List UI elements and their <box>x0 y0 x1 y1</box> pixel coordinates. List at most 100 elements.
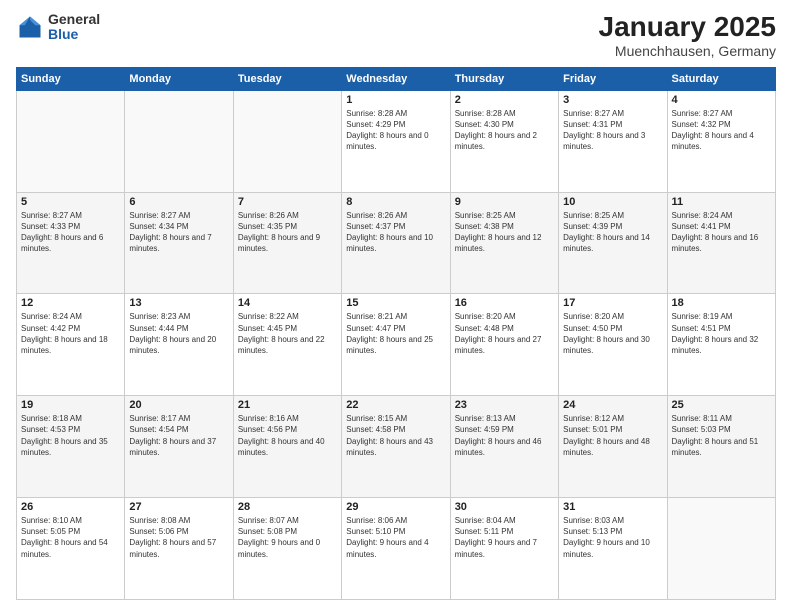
logo-general: General <box>48 12 100 27</box>
day-number: 19 <box>21 399 120 411</box>
day-info: Sunrise: 8:07 AM Sunset: 5:08 PM Dayligh… <box>238 515 337 560</box>
day-info: Sunrise: 8:23 AM Sunset: 4:44 PM Dayligh… <box>129 311 228 356</box>
title-block: January 2025 Muenchhausen, Germany <box>599 12 776 59</box>
day-number: 30 <box>455 501 554 513</box>
week-row-2: 5 Sunrise: 8:27 AM Sunset: 4:33 PM Daylig… <box>17 192 776 294</box>
week-row-1: 1Sunrise: 8:28 AM Sunset: 4:29 PM Daylig… <box>17 90 776 192</box>
day-cell: 11Sunrise: 8:24 AM Sunset: 4:41 PM Dayli… <box>667 192 775 294</box>
day-cell: 22 Sunrise: 8:15 AM Sunset: 4:58 PM Dayli… <box>342 396 450 498</box>
day-number: 24 <box>563 399 662 411</box>
day-cell: 23Sunrise: 8:13 AM Sunset: 4:59 PM Dayli… <box>450 396 558 498</box>
day-info: Sunrise: 8:19 AM Sunset: 4:51 PM Dayligh… <box>672 311 771 356</box>
day-cell <box>667 498 775 600</box>
day-cell: 20 Sunrise: 8:17 AM Sunset: 4:54 PM Dayli… <box>125 396 233 498</box>
week-row-5: 26 Sunrise: 8:10 AM Sunset: 5:05 PM Dayli… <box>17 498 776 600</box>
day-number: 5 <box>21 196 120 208</box>
day-cell: 15Sunrise: 8:21 AM Sunset: 4:47 PM Dayli… <box>342 294 450 396</box>
day-cell: 18 Sunrise: 8:19 AM Sunset: 4:51 PM Dayli… <box>667 294 775 396</box>
day-number: 4 <box>672 94 771 106</box>
col-monday: Monday <box>125 67 233 90</box>
day-number: 16 <box>455 297 554 309</box>
day-info: Sunrise: 8:04 AM Sunset: 5:11 PM Dayligh… <box>455 515 554 560</box>
day-cell: 12 Sunrise: 8:24 AM Sunset: 4:42 PM Dayli… <box>17 294 125 396</box>
col-sunday: Sunday <box>17 67 125 90</box>
day-info: Sunrise: 8:20 AM Sunset: 4:50 PM Dayligh… <box>563 311 662 356</box>
logo: General Blue <box>16 12 100 43</box>
day-number: 29 <box>346 501 445 513</box>
day-cell: 14Sunrise: 8:22 AM Sunset: 4:45 PM Dayli… <box>233 294 341 396</box>
day-cell: 27 Sunrise: 8:08 AM Sunset: 5:06 PM Dayli… <box>125 498 233 600</box>
day-info: Sunrise: 8:28 AM Sunset: 4:29 PM Dayligh… <box>346 108 445 153</box>
day-cell: 5 Sunrise: 8:27 AM Sunset: 4:33 PM Daylig… <box>17 192 125 294</box>
day-number: 13 <box>129 297 228 309</box>
logo-text: General Blue <box>48 12 100 43</box>
day-number: 18 <box>672 297 771 309</box>
day-info: Sunrise: 8:26 AM Sunset: 4:37 PM Dayligh… <box>346 210 445 255</box>
header: General Blue January 2025 Muenchhausen, … <box>16 12 776 59</box>
day-cell: 30 Sunrise: 8:04 AM Sunset: 5:11 PM Dayli… <box>450 498 558 600</box>
col-wednesday: Wednesday <box>342 67 450 90</box>
day-cell: 2Sunrise: 8:28 AM Sunset: 4:30 PM Daylig… <box>450 90 558 192</box>
day-cell <box>125 90 233 192</box>
day-cell: 24Sunrise: 8:12 AM Sunset: 5:01 PM Dayli… <box>559 396 667 498</box>
day-number: 12 <box>21 297 120 309</box>
day-number: 8 <box>346 196 445 208</box>
day-cell <box>233 90 341 192</box>
day-info: Sunrise: 8:27 AM Sunset: 4:32 PM Dayligh… <box>672 108 771 153</box>
calendar-table: Sunday Monday Tuesday Wednesday Thursday… <box>16 67 776 600</box>
col-tuesday: Tuesday <box>233 67 341 90</box>
day-info: Sunrise: 8:22 AM Sunset: 4:45 PM Dayligh… <box>238 311 337 356</box>
day-number: 2 <box>455 94 554 106</box>
day-number: 25 <box>672 399 771 411</box>
day-number: 28 <box>238 501 337 513</box>
calendar-title: January 2025 <box>599 12 776 43</box>
day-number: 22 <box>346 399 445 411</box>
day-info: Sunrise: 8:10 AM Sunset: 5:05 PM Dayligh… <box>21 515 120 560</box>
day-number: 21 <box>238 399 337 411</box>
logo-icon <box>16 13 44 41</box>
day-info: Sunrise: 8:24 AM Sunset: 4:42 PM Dayligh… <box>21 311 120 356</box>
day-cell: 1Sunrise: 8:28 AM Sunset: 4:29 PM Daylig… <box>342 90 450 192</box>
day-info: Sunrise: 8:27 AM Sunset: 4:31 PM Dayligh… <box>563 108 662 153</box>
day-info: Sunrise: 8:18 AM Sunset: 4:53 PM Dayligh… <box>21 413 120 458</box>
week-row-3: 12 Sunrise: 8:24 AM Sunset: 4:42 PM Dayli… <box>17 294 776 396</box>
day-number: 11 <box>672 196 771 208</box>
day-info: Sunrise: 8:08 AM Sunset: 5:06 PM Dayligh… <box>129 515 228 560</box>
day-cell: 31 Sunrise: 8:03 AM Sunset: 5:13 PM Dayli… <box>559 498 667 600</box>
day-number: 20 <box>129 399 228 411</box>
day-cell: 7Sunrise: 8:26 AM Sunset: 4:35 PM Daylig… <box>233 192 341 294</box>
day-info: Sunrise: 8:11 AM Sunset: 5:03 PM Dayligh… <box>672 413 771 458</box>
day-info: Sunrise: 8:27 AM Sunset: 4:34 PM Dayligh… <box>129 210 228 255</box>
col-saturday: Saturday <box>667 67 775 90</box>
day-cell: 8 Sunrise: 8:26 AM Sunset: 4:37 PM Daylig… <box>342 192 450 294</box>
day-cell: 28 Sunrise: 8:07 AM Sunset: 5:08 PM Dayli… <box>233 498 341 600</box>
day-info: Sunrise: 8:20 AM Sunset: 4:48 PM Dayligh… <box>455 311 554 356</box>
day-cell: 4 Sunrise: 8:27 AM Sunset: 4:32 PM Daylig… <box>667 90 775 192</box>
day-info: Sunrise: 8:03 AM Sunset: 5:13 PM Dayligh… <box>563 515 662 560</box>
day-info: Sunrise: 8:06 AM Sunset: 5:10 PM Dayligh… <box>346 515 445 560</box>
day-cell: 13 Sunrise: 8:23 AM Sunset: 4:44 PM Dayli… <box>125 294 233 396</box>
day-cell: 26 Sunrise: 8:10 AM Sunset: 5:05 PM Dayli… <box>17 498 125 600</box>
day-info: Sunrise: 8:13 AM Sunset: 4:59 PM Dayligh… <box>455 413 554 458</box>
day-cell: 21Sunrise: 8:16 AM Sunset: 4:56 PM Dayli… <box>233 396 341 498</box>
day-cell <box>17 90 125 192</box>
day-info: Sunrise: 8:25 AM Sunset: 4:38 PM Dayligh… <box>455 210 554 255</box>
day-info: Sunrise: 8:15 AM Sunset: 4:58 PM Dayligh… <box>346 413 445 458</box>
day-number: 27 <box>129 501 228 513</box>
header-row: Sunday Monday Tuesday Wednesday Thursday… <box>17 67 776 90</box>
col-friday: Friday <box>559 67 667 90</box>
day-info: Sunrise: 8:21 AM Sunset: 4:47 PM Dayligh… <box>346 311 445 356</box>
day-number: 31 <box>563 501 662 513</box>
day-cell: 25 Sunrise: 8:11 AM Sunset: 5:03 PM Dayli… <box>667 396 775 498</box>
day-info: Sunrise: 8:17 AM Sunset: 4:54 PM Dayligh… <box>129 413 228 458</box>
day-cell: 6Sunrise: 8:27 AM Sunset: 4:34 PM Daylig… <box>125 192 233 294</box>
day-number: 3 <box>563 94 662 106</box>
day-info: Sunrise: 8:27 AM Sunset: 4:33 PM Dayligh… <box>21 210 120 255</box>
page: General Blue January 2025 Muenchhausen, … <box>0 0 792 612</box>
day-cell: 10Sunrise: 8:25 AM Sunset: 4:39 PM Dayli… <box>559 192 667 294</box>
logo-blue: Blue <box>48 27 100 42</box>
day-cell: 9Sunrise: 8:25 AM Sunset: 4:38 PM Daylig… <box>450 192 558 294</box>
day-number: 10 <box>563 196 662 208</box>
day-cell: 29 Sunrise: 8:06 AM Sunset: 5:10 PM Dayli… <box>342 498 450 600</box>
day-number: 26 <box>21 501 120 513</box>
